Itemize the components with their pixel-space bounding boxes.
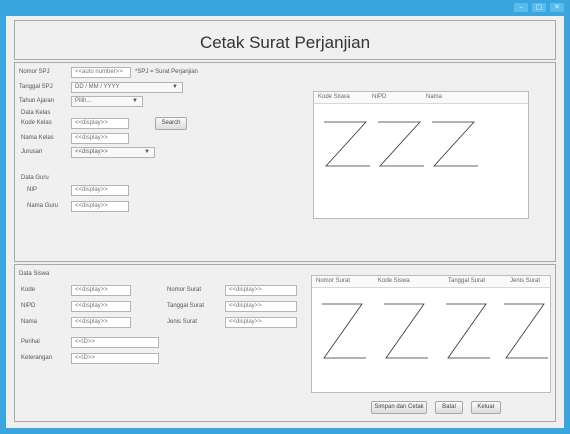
search-button[interactable]: Search: [155, 117, 187, 130]
data-kelas-label: Data Kelas: [21, 110, 51, 116]
surat-table[interactable]: Nomor Surat Kode Siswa Tanggal Surat Jen…: [311, 275, 551, 393]
title-bar: – □ ✕: [0, 0, 570, 16]
jenis-surat-field[interactable]: <<display>>: [225, 317, 297, 328]
nipd-label: NIPD: [21, 303, 36, 309]
page-title: Cetak Surat Perjanjian: [199, 33, 371, 52]
nama-guru-label: Nama Guru: [27, 203, 59, 209]
tanggal-spj-label: Tanggal SPJ: [19, 84, 53, 90]
kode-label: Kode: [21, 287, 36, 293]
header-panel: Cetak Surat Perjanjian: [14, 20, 556, 60]
data-guru-label: Data Guru: [21, 175, 49, 181]
nomor-surat-label: Nomor Surat: [167, 287, 202, 293]
empty-column-z-marks: [324, 121, 478, 167]
chevron-down-icon: ▼: [132, 98, 138, 104]
window-controls: – □ ✕: [514, 3, 564, 12]
kode-kelas-field[interactable]: <<display>>: [71, 118, 129, 129]
close-icon[interactable]: ✕: [550, 3, 564, 12]
column-header-tanggal-surat[interactable]: Tanggal Surat: [448, 278, 485, 284]
keluar-button[interactable]: Keluar: [471, 401, 501, 414]
surat-table-header: Nomor Surat Kode Siswa Tanggal Surat Jen…: [312, 276, 550, 288]
data-siswa-label: Data Siswa: [19, 271, 50, 277]
perihal-label: Perihal: [21, 339, 40, 345]
jurusan-select[interactable]: <<display>> ▼: [71, 147, 155, 158]
nama-label: Nama: [21, 319, 38, 325]
tanggal-spj-value: DD / MM / YYYY: [75, 84, 120, 90]
keterangan-label: Keterangan: [21, 355, 53, 361]
nomor-spj-label: Nomor SPJ: [19, 69, 50, 75]
siswa-table[interactable]: Kode Siswa NIPD Nama: [313, 91, 529, 219]
minimize-icon[interactable]: –: [514, 3, 528, 12]
jurusan-label: Jurusan: [21, 149, 43, 155]
nip-label: NIP: [27, 187, 38, 193]
column-header-nama[interactable]: Nama: [426, 94, 442, 100]
column-header-kode-siswa[interactable]: Kode Siswa: [378, 278, 410, 284]
nip-field[interactable]: <<display>>: [71, 185, 129, 196]
nipd-field[interactable]: <<display>>: [71, 301, 131, 312]
tanggal-spj-picker[interactable]: DD / MM / YYYY ▼: [71, 82, 183, 93]
nomor-spj-field[interactable]: <<auto number>>: [71, 67, 131, 78]
tanggal-surat-label: Tanggal Surat: [167, 303, 205, 309]
column-header-nomor-surat[interactable]: Nomor Surat: [316, 278, 350, 284]
empty-column-z-marks: [322, 303, 548, 359]
column-header-kode-siswa[interactable]: Kode Siswa: [318, 94, 350, 100]
tahun-ajaran-label: Tahun Ajaran: [19, 98, 55, 104]
batal-button[interactable]: Batal: [435, 401, 463, 414]
maximize-icon[interactable]: □: [532, 3, 546, 12]
window-client-area: Cetak Surat Perjanjian Nomor SPJ <<auto …: [6, 16, 564, 428]
nomor-spj-note: *SPJ = Surat Perjanjian: [135, 69, 198, 75]
perihal-field[interactable]: <<ID>>: [71, 337, 159, 348]
siswa-table-header: Kode Siswa NIPD Nama: [314, 92, 528, 104]
jurusan-value: <<display>>: [75, 149, 108, 155]
chevron-down-icon: ▼: [172, 84, 178, 90]
jenis-surat-label: Jenis Surat: [167, 319, 198, 325]
nama-kelas-field[interactable]: <<display>>: [71, 133, 129, 144]
kode-kelas-label: Kode Kelas: [21, 120, 52, 126]
nama-kelas-label: Nama Kelas: [21, 135, 54, 141]
spj-form-panel: Nomor SPJ <<auto number>> *SPJ = Surat P…: [14, 62, 556, 262]
nama-guru-field[interactable]: <<display>>: [71, 201, 129, 212]
nomor-surat-field[interactable]: <<display>>: [225, 285, 297, 296]
tanggal-surat-field[interactable]: <<display>>: [225, 301, 297, 312]
tahun-ajaran-value: Pilih...: [75, 98, 92, 104]
application-window: – □ ✕ Cetak Surat Perjanjian Nomor SPJ <…: [0, 0, 570, 434]
column-header-jenis-surat[interactable]: Jenis Surat: [510, 278, 540, 284]
kode-field[interactable]: <<display>>: [71, 285, 131, 296]
tahun-ajaran-select[interactable]: Pilih... ▼: [71, 96, 143, 107]
nama-field[interactable]: <<display>>: [71, 317, 131, 328]
column-header-nipd[interactable]: NIPD: [372, 94, 386, 100]
simpan-dan-cetak-button[interactable]: Simpan dan Cetak: [371, 401, 427, 414]
data-siswa-panel: Data Siswa Kode <<display>> NIPD <<displ…: [14, 264, 556, 422]
keterangan-field[interactable]: <<ID>>: [71, 353, 159, 364]
chevron-down-icon: ▼: [144, 149, 150, 155]
